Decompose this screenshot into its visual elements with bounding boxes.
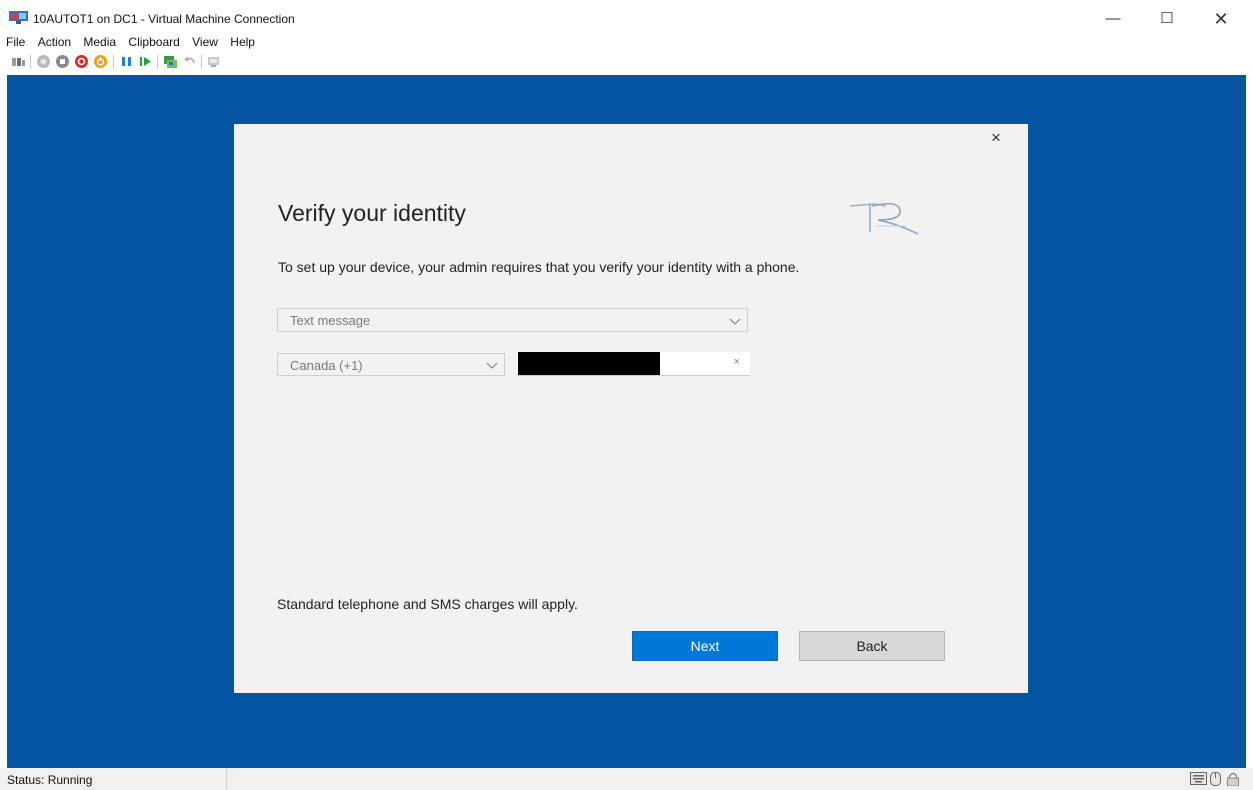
verification-method-value: Text message: [290, 313, 371, 328]
reset-icon[interactable]: [138, 54, 153, 69]
minimize-button[interactable]: —: [1098, 8, 1128, 30]
enhanced-session-icon[interactable]: [206, 54, 221, 69]
sms-charges-note: Standard telephone and SMS charges will …: [277, 596, 578, 612]
menu-file[interactable]: File: [6, 35, 25, 49]
start-icon[interactable]: [36, 54, 51, 69]
back-button[interactable]: Back: [799, 631, 945, 661]
save-icon[interactable]: [93, 54, 108, 69]
chevron-down-icon: [486, 362, 498, 369]
vm-connection-icon: [9, 11, 28, 24]
window-title-bar: 10AUTOT1 on DC1 - Virtual Machine Connec…: [0, 0, 1253, 34]
next-button[interactable]: Next: [632, 631, 778, 661]
shut-down-icon[interactable]: [74, 54, 89, 69]
menu-help[interactable]: Help: [230, 35, 255, 49]
verification-method-select[interactable]: Text message: [277, 308, 748, 332]
keyboard-icon: [1190, 772, 1207, 785]
dialog-description: To set up your device, your admin requir…: [278, 259, 800, 275]
menu-view[interactable]: View: [192, 35, 218, 49]
turn-off-icon[interactable]: [55, 54, 70, 69]
dialog-close-button[interactable]: ×: [986, 128, 1006, 148]
menu-action[interactable]: Action: [38, 35, 71, 49]
pause-icon[interactable]: [119, 54, 134, 69]
revert-icon[interactable]: [182, 54, 197, 69]
clear-input-icon[interactable]: ×: [734, 356, 740, 368]
lock-icon: [1227, 772, 1239, 786]
country-code-value: Canada (+1): [290, 358, 363, 373]
menu-media[interactable]: Media: [83, 35, 116, 49]
status-bar: Status: Running: [0, 768, 1253, 790]
menu-bar: File Action Media Clipboard View Help: [6, 35, 264, 51]
window-title: 10AUTOT1 on DC1 - Virtual Machine Connec…: [33, 12, 295, 26]
organization-logo: [849, 202, 919, 235]
dialog-title: Verify your identity: [278, 200, 466, 226]
ctrl-alt-del-icon[interactable]: [11, 54, 26, 69]
status-text: Status: Running: [7, 773, 93, 787]
verify-identity-dialog: × Verify your identity To set up your de…: [234, 124, 1028, 693]
chevron-down-icon: [729, 318, 741, 325]
menu-clipboard[interactable]: Clipboard: [128, 35, 179, 49]
phone-number-input[interactable]: ×: [518, 352, 750, 376]
mouse-icon: [1210, 772, 1221, 786]
maximize-button[interactable]: ☐: [1152, 8, 1182, 30]
window-close-button[interactable]: ✕: [1206, 8, 1236, 30]
checkpoint-icon[interactable]: [163, 54, 178, 69]
country-code-select[interactable]: Canada (+1): [277, 353, 505, 376]
redacted-phone-number: [518, 352, 660, 375]
